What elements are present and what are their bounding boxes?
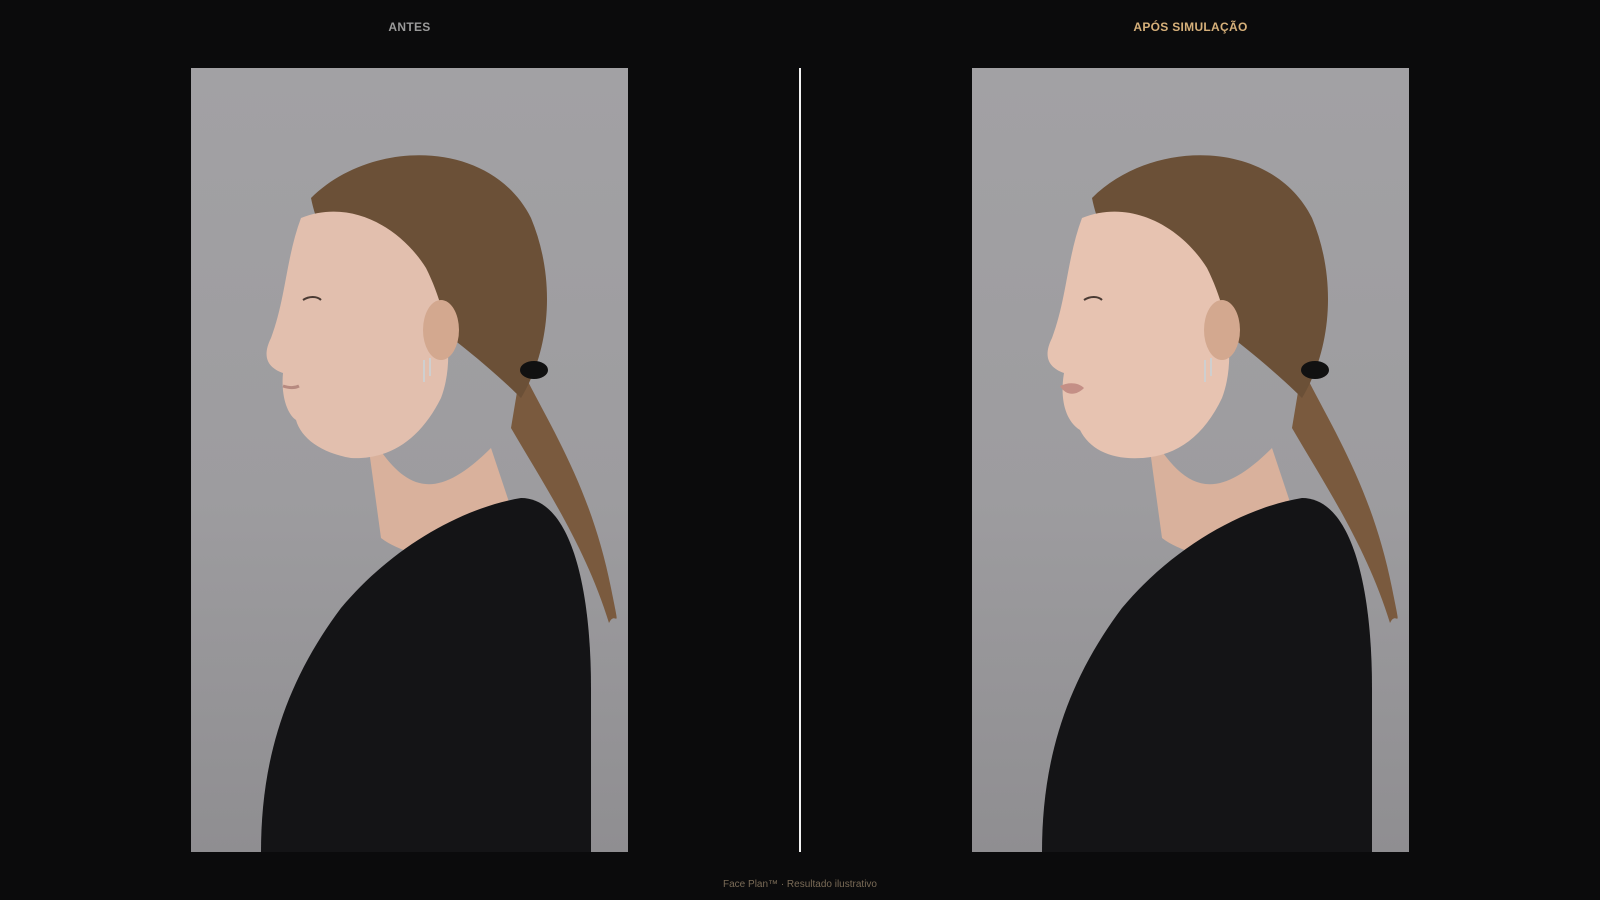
profile-portrait-before xyxy=(261,155,617,852)
footer-caption: Face Plan™ · Resultado ilustrativo xyxy=(723,879,877,890)
after-photo xyxy=(972,68,1409,852)
profile-portrait-after xyxy=(1042,155,1398,852)
before-photo xyxy=(191,68,628,852)
comparison-stage: ANTES APÓS SIMULAÇÃO Face Plan™ · Result… xyxy=(0,0,1600,900)
before-label: ANTES xyxy=(388,20,431,34)
comparison-divider xyxy=(799,68,801,852)
after-label: APÓS SIMULAÇÃO xyxy=(1133,20,1248,34)
